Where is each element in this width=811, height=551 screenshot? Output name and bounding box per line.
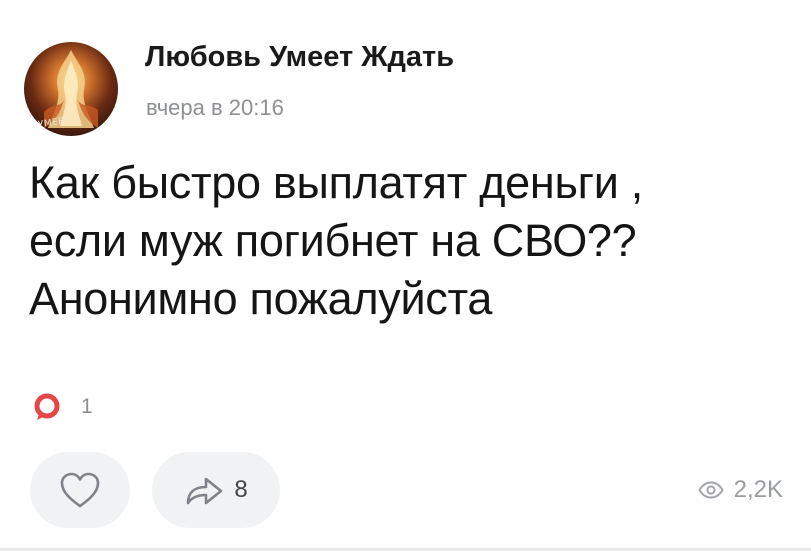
views-indicator: 2,2K (697, 476, 783, 504)
post-text: Как быстро выплатят деньги , если муж по… (29, 154, 799, 328)
post-text-line: Как быстро выплатят деньги , (29, 157, 643, 208)
comments-indicator[interactable]: 1 (33, 393, 93, 421)
heart-icon (60, 472, 100, 508)
eye-icon (697, 481, 724, 499)
comment-badge-icon (34, 393, 60, 420)
post-text-line: если муж погибнет на СВО?? (29, 215, 637, 266)
author-name[interactable]: Любовь Умеет Ждать (145, 41, 454, 74)
post-timestamp[interactable]: вчера в 20:16 (146, 95, 284, 121)
like-button[interactable] (30, 452, 130, 528)
comment-count: 1 (81, 395, 93, 418)
views-count: 2,2K (733, 476, 783, 503)
share-button[interactable]: 8 (152, 452, 280, 528)
share-count: 8 (234, 476, 248, 503)
share-arrow-icon (187, 477, 223, 505)
post-text-line: Анонимно пожалуйста (29, 273, 493, 324)
author-avatar[interactable]: УМЕЕТ (24, 42, 118, 136)
post-card: УМЕЕТ Любовь Умеет Ждать вчера в 20:16 К… (0, 0, 811, 551)
